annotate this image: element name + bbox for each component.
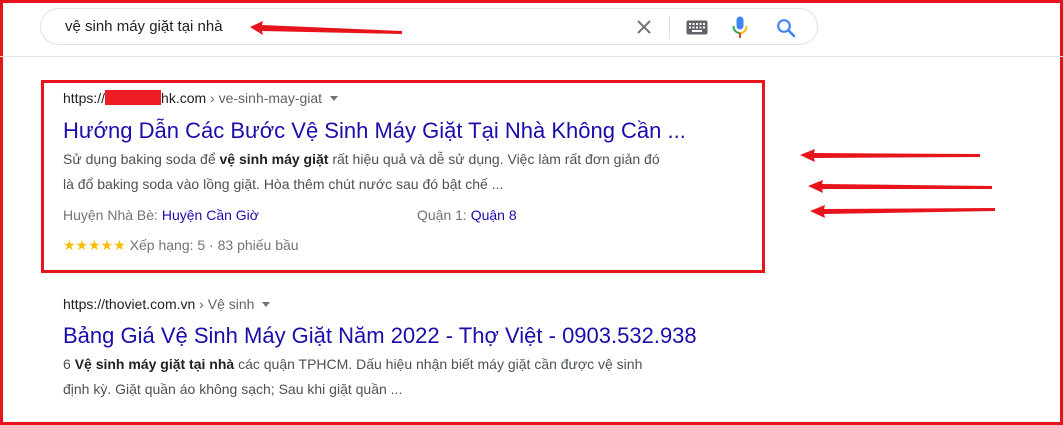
arrow-sitelinks (810, 205, 995, 218)
arrow-search (250, 21, 402, 35)
arrow-snippet-1 (800, 149, 980, 162)
arrow-snippet-2 (808, 180, 992, 193)
annotation-arrows (250, 21, 995, 218)
